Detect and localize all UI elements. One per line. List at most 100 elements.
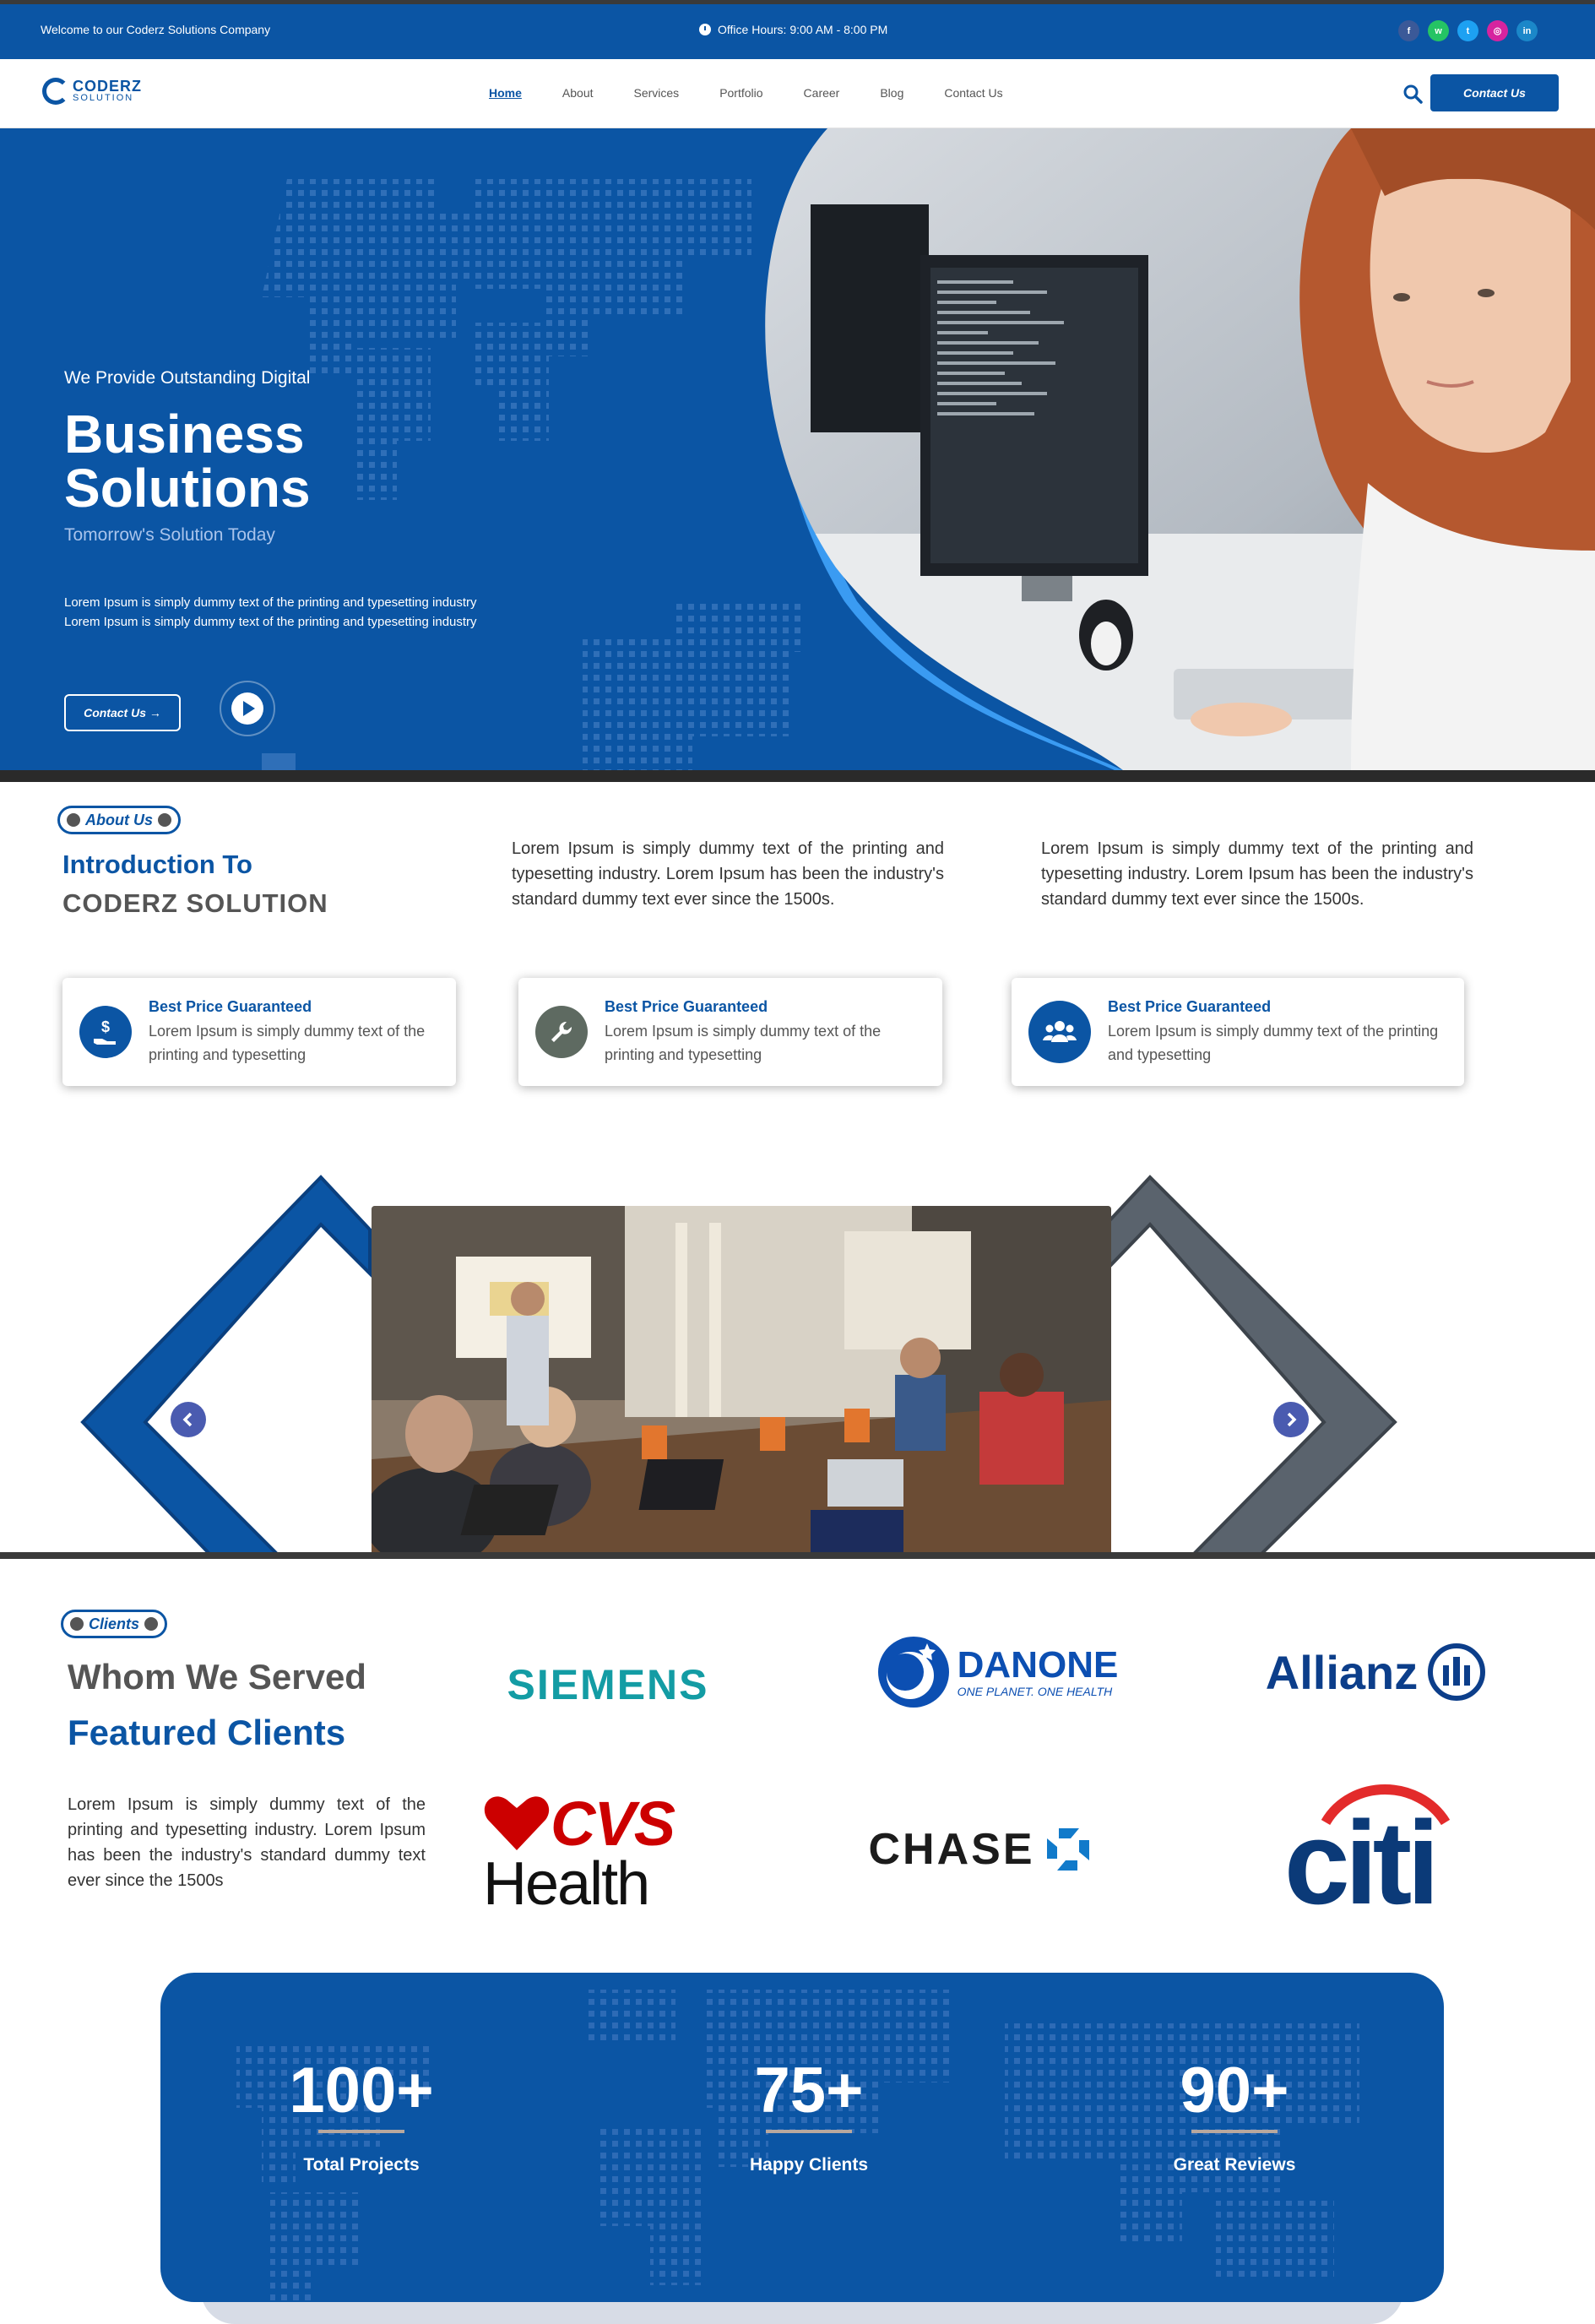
clients-pill: Clients bbox=[61, 1610, 168, 1638]
nav-item-home[interactable]: Home bbox=[489, 86, 522, 100]
feature-title: Best Price Guaranteed bbox=[1108, 997, 1272, 1015]
nav-menu: Home About Services Portfolio Career Blo… bbox=[489, 86, 1044, 100]
instagram-icon[interactable]: ◎ bbox=[1487, 20, 1508, 41]
play-video-button[interactable] bbox=[220, 681, 275, 736]
nav-contact-button[interactable]: Contact Us bbox=[1430, 74, 1559, 111]
image-slider bbox=[0, 1172, 1595, 1556]
cvs-logo-text: CVS bbox=[551, 1789, 675, 1859]
users-icon bbox=[1028, 1001, 1091, 1063]
cvs-health-logo: CVS Health bbox=[483, 1789, 728, 1918]
about-pill: About Us bbox=[57, 806, 181, 834]
about-paragraph-2: Lorem Ipsum is simply dummy text of the … bbox=[1041, 839, 1473, 909]
about-paragraph-1: Lorem Ipsum is simply dummy text of the … bbox=[512, 839, 944, 909]
allianz-logo: Allianz bbox=[1250, 1637, 1503, 1708]
pill-dot-icon bbox=[67, 813, 80, 827]
linkedin-icon[interactable]: in bbox=[1516, 20, 1538, 41]
feature-desc: Lorem Ipsum is simply dummy text of the … bbox=[605, 1022, 882, 1063]
allianz-eagle-icon bbox=[1428, 1643, 1486, 1701]
pill-dot-icon bbox=[158, 813, 171, 827]
stat-projects: 100+ Total Projects bbox=[235, 2057, 488, 2175]
wrench-icon bbox=[535, 1006, 588, 1058]
office-hours: Office Hours: 9:00 AM - 8:00 PM bbox=[699, 23, 887, 36]
nav-item-blog[interactable]: Blog bbox=[880, 86, 903, 100]
stat-reviews: 90+ Great Reviews bbox=[1108, 2057, 1361, 2175]
hero-title-line1: Business bbox=[64, 404, 305, 464]
citi-logo-text: citi bbox=[1283, 1796, 1440, 1929]
whatsapp-icon[interactable]: w bbox=[1428, 20, 1449, 41]
clients-subheading: Featured Clients bbox=[68, 1713, 346, 1752]
hero: We Provide Outstanding Digital Business S… bbox=[0, 128, 1595, 770]
stat-value: 75+ bbox=[754, 2055, 864, 2126]
pill-dot-icon bbox=[70, 1617, 84, 1631]
logo-mark-icon bbox=[42, 78, 69, 105]
stat-value: 90+ bbox=[1180, 2055, 1289, 2126]
danone-logo-text: DANONE bbox=[957, 1644, 1119, 1686]
feature-desc: Lorem Ipsum is simply dummy text of the … bbox=[1108, 1022, 1439, 1063]
pill-dot-icon bbox=[144, 1617, 159, 1631]
nav-item-portfolio[interactable]: Portfolio bbox=[719, 86, 762, 100]
stats-banner: 100+ Total Projects 75+ Happy Clients 90… bbox=[160, 1973, 1444, 2302]
hero-desc-line1: Lorem Ipsum is simply dummy text of the … bbox=[64, 595, 477, 610]
feature-card-2: Best Price Guaranteed Lorem Ipsum is sim… bbox=[518, 978, 942, 1086]
hero-desc-line2: Lorem Ipsum is simply dummy text of the … bbox=[64, 615, 477, 629]
danone-child-icon bbox=[877, 1637, 949, 1708]
stat-label: Total Projects bbox=[303, 2155, 420, 2175]
stat-value: 100+ bbox=[289, 2055, 434, 2126]
health-logo-text: Health bbox=[483, 1850, 650, 1918]
slider-prev-button[interactable] bbox=[171, 1402, 206, 1437]
siemens-logo-text: SIEMENS bbox=[507, 1661, 709, 1708]
about-heading: Introduction To bbox=[62, 850, 252, 879]
allianz-logo-text: Allianz bbox=[1265, 1645, 1419, 1699]
logo[interactable]: CODERZ SOLUTION bbox=[42, 78, 142, 105]
chase-logo: CHASE bbox=[853, 1816, 1106, 1883]
play-icon bbox=[231, 692, 263, 725]
hero-title-line2: Solutions bbox=[64, 458, 311, 519]
danone-tagline: ONE PLANET. ONE HEALTH bbox=[957, 1685, 1113, 1698]
feature-card-3: Best Price Guaranteed Lorem Ipsum is sim… bbox=[1012, 978, 1464, 1086]
about-subheading: CODERZ SOLUTION bbox=[62, 888, 328, 918]
page: Welcome to our Coderz Solutions Company … bbox=[0, 0, 1595, 2324]
social-links: f w t ◎ in bbox=[1398, 20, 1538, 41]
slide-image bbox=[372, 1206, 1111, 1556]
citi-logo: citi bbox=[1250, 1770, 1469, 1922]
logo-top: CODERZ bbox=[73, 78, 142, 95]
twitter-icon[interactable]: t bbox=[1457, 20, 1478, 41]
feature-title: Best Price Guaranteed bbox=[149, 997, 312, 1015]
danone-logo: DANONE ONE PLANET. ONE HEALTH bbox=[861, 1630, 1131, 1714]
hero-description: Lorem Ipsum is simply dummy text of the … bbox=[64, 593, 537, 632]
about-pill-label: About Us bbox=[85, 811, 153, 828]
nav-item-services[interactable]: Services bbox=[634, 86, 680, 100]
chevron-right-icon bbox=[1287, 1412, 1297, 1427]
chevron-left-icon bbox=[182, 1412, 193, 1427]
clock-icon bbox=[699, 24, 711, 35]
welcome-text: Welcome to our Coderz Solutions Company bbox=[41, 23, 271, 36]
nav-item-career[interactable]: Career bbox=[804, 86, 840, 100]
feature-card-1: $ Best Price Guaranteed Lorem Ipsum is s… bbox=[62, 978, 456, 1086]
siemens-logo: SIEMENS bbox=[490, 1655, 726, 1714]
section-divider bbox=[0, 770, 1595, 782]
logo-bottom: SOLUTION bbox=[73, 93, 134, 103]
svg-text:$: $ bbox=[101, 1018, 110, 1035]
hand-dollar-icon: $ bbox=[79, 1006, 132, 1058]
hero-title: Business Solutions bbox=[64, 407, 311, 515]
slider-next-button[interactable] bbox=[1273, 1402, 1309, 1437]
main-nav: CODERZ SOLUTION Home About Services Port… bbox=[0, 59, 1595, 128]
section-divider bbox=[0, 1552, 1595, 1559]
search-icon[interactable] bbox=[1402, 83, 1424, 105]
nav-item-contact[interactable]: Contact Us bbox=[944, 86, 1002, 100]
clients-paragraph: Lorem Ipsum is simply dummy text of the … bbox=[68, 1795, 426, 1890]
office-hours-text: Office Hours: 9:00 AM - 8:00 PM bbox=[718, 23, 888, 36]
stat-clients: 75+ Happy Clients bbox=[682, 2057, 936, 2175]
stat-underline bbox=[1191, 2130, 1278, 2133]
chase-octagon-icon bbox=[1046, 1828, 1089, 1871]
heart-icon bbox=[484, 1796, 550, 1850]
stat-underline bbox=[766, 2130, 852, 2133]
hero-tagline: Tomorrow's Solution Today bbox=[64, 525, 275, 545]
chase-logo-text: CHASE bbox=[868, 1825, 1035, 1874]
stat-label: Happy Clients bbox=[749, 2155, 869, 2175]
facebook-icon[interactable]: f bbox=[1398, 20, 1419, 41]
nav-item-about[interactable]: About bbox=[562, 86, 594, 100]
hero-contact-button[interactable]: Contact Us → bbox=[64, 694, 181, 731]
feature-desc: Lorem Ipsum is simply dummy text of the … bbox=[149, 1022, 426, 1063]
clients-heading: Whom We Served bbox=[68, 1657, 366, 1697]
